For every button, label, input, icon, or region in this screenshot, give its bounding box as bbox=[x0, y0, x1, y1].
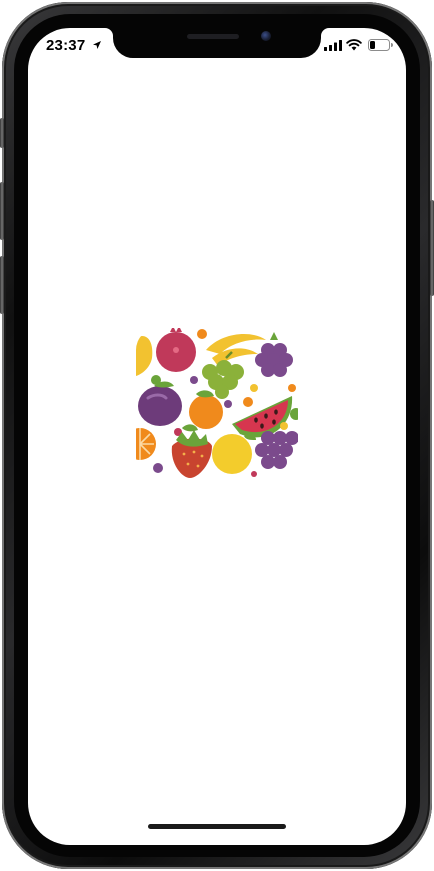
volume-up-button bbox=[0, 182, 4, 240]
mute-switch bbox=[0, 118, 4, 148]
power-button bbox=[430, 200, 434, 296]
earpiece-speaker bbox=[187, 34, 239, 39]
battery-icon bbox=[368, 39, 393, 51]
device-notch bbox=[105, 28, 329, 58]
wifi-icon bbox=[346, 39, 362, 51]
fruit-pattern-logo-icon bbox=[136, 328, 298, 480]
front-camera bbox=[261, 31, 271, 41]
home-indicator[interactable] bbox=[148, 824, 286, 829]
location-arrow-icon bbox=[93, 41, 101, 49]
volume-down-button bbox=[0, 256, 4, 314]
cellular-signal-icon bbox=[324, 40, 342, 51]
status-time: 23:37 bbox=[46, 37, 86, 54]
app-screen: 23:37 bbox=[28, 28, 406, 845]
